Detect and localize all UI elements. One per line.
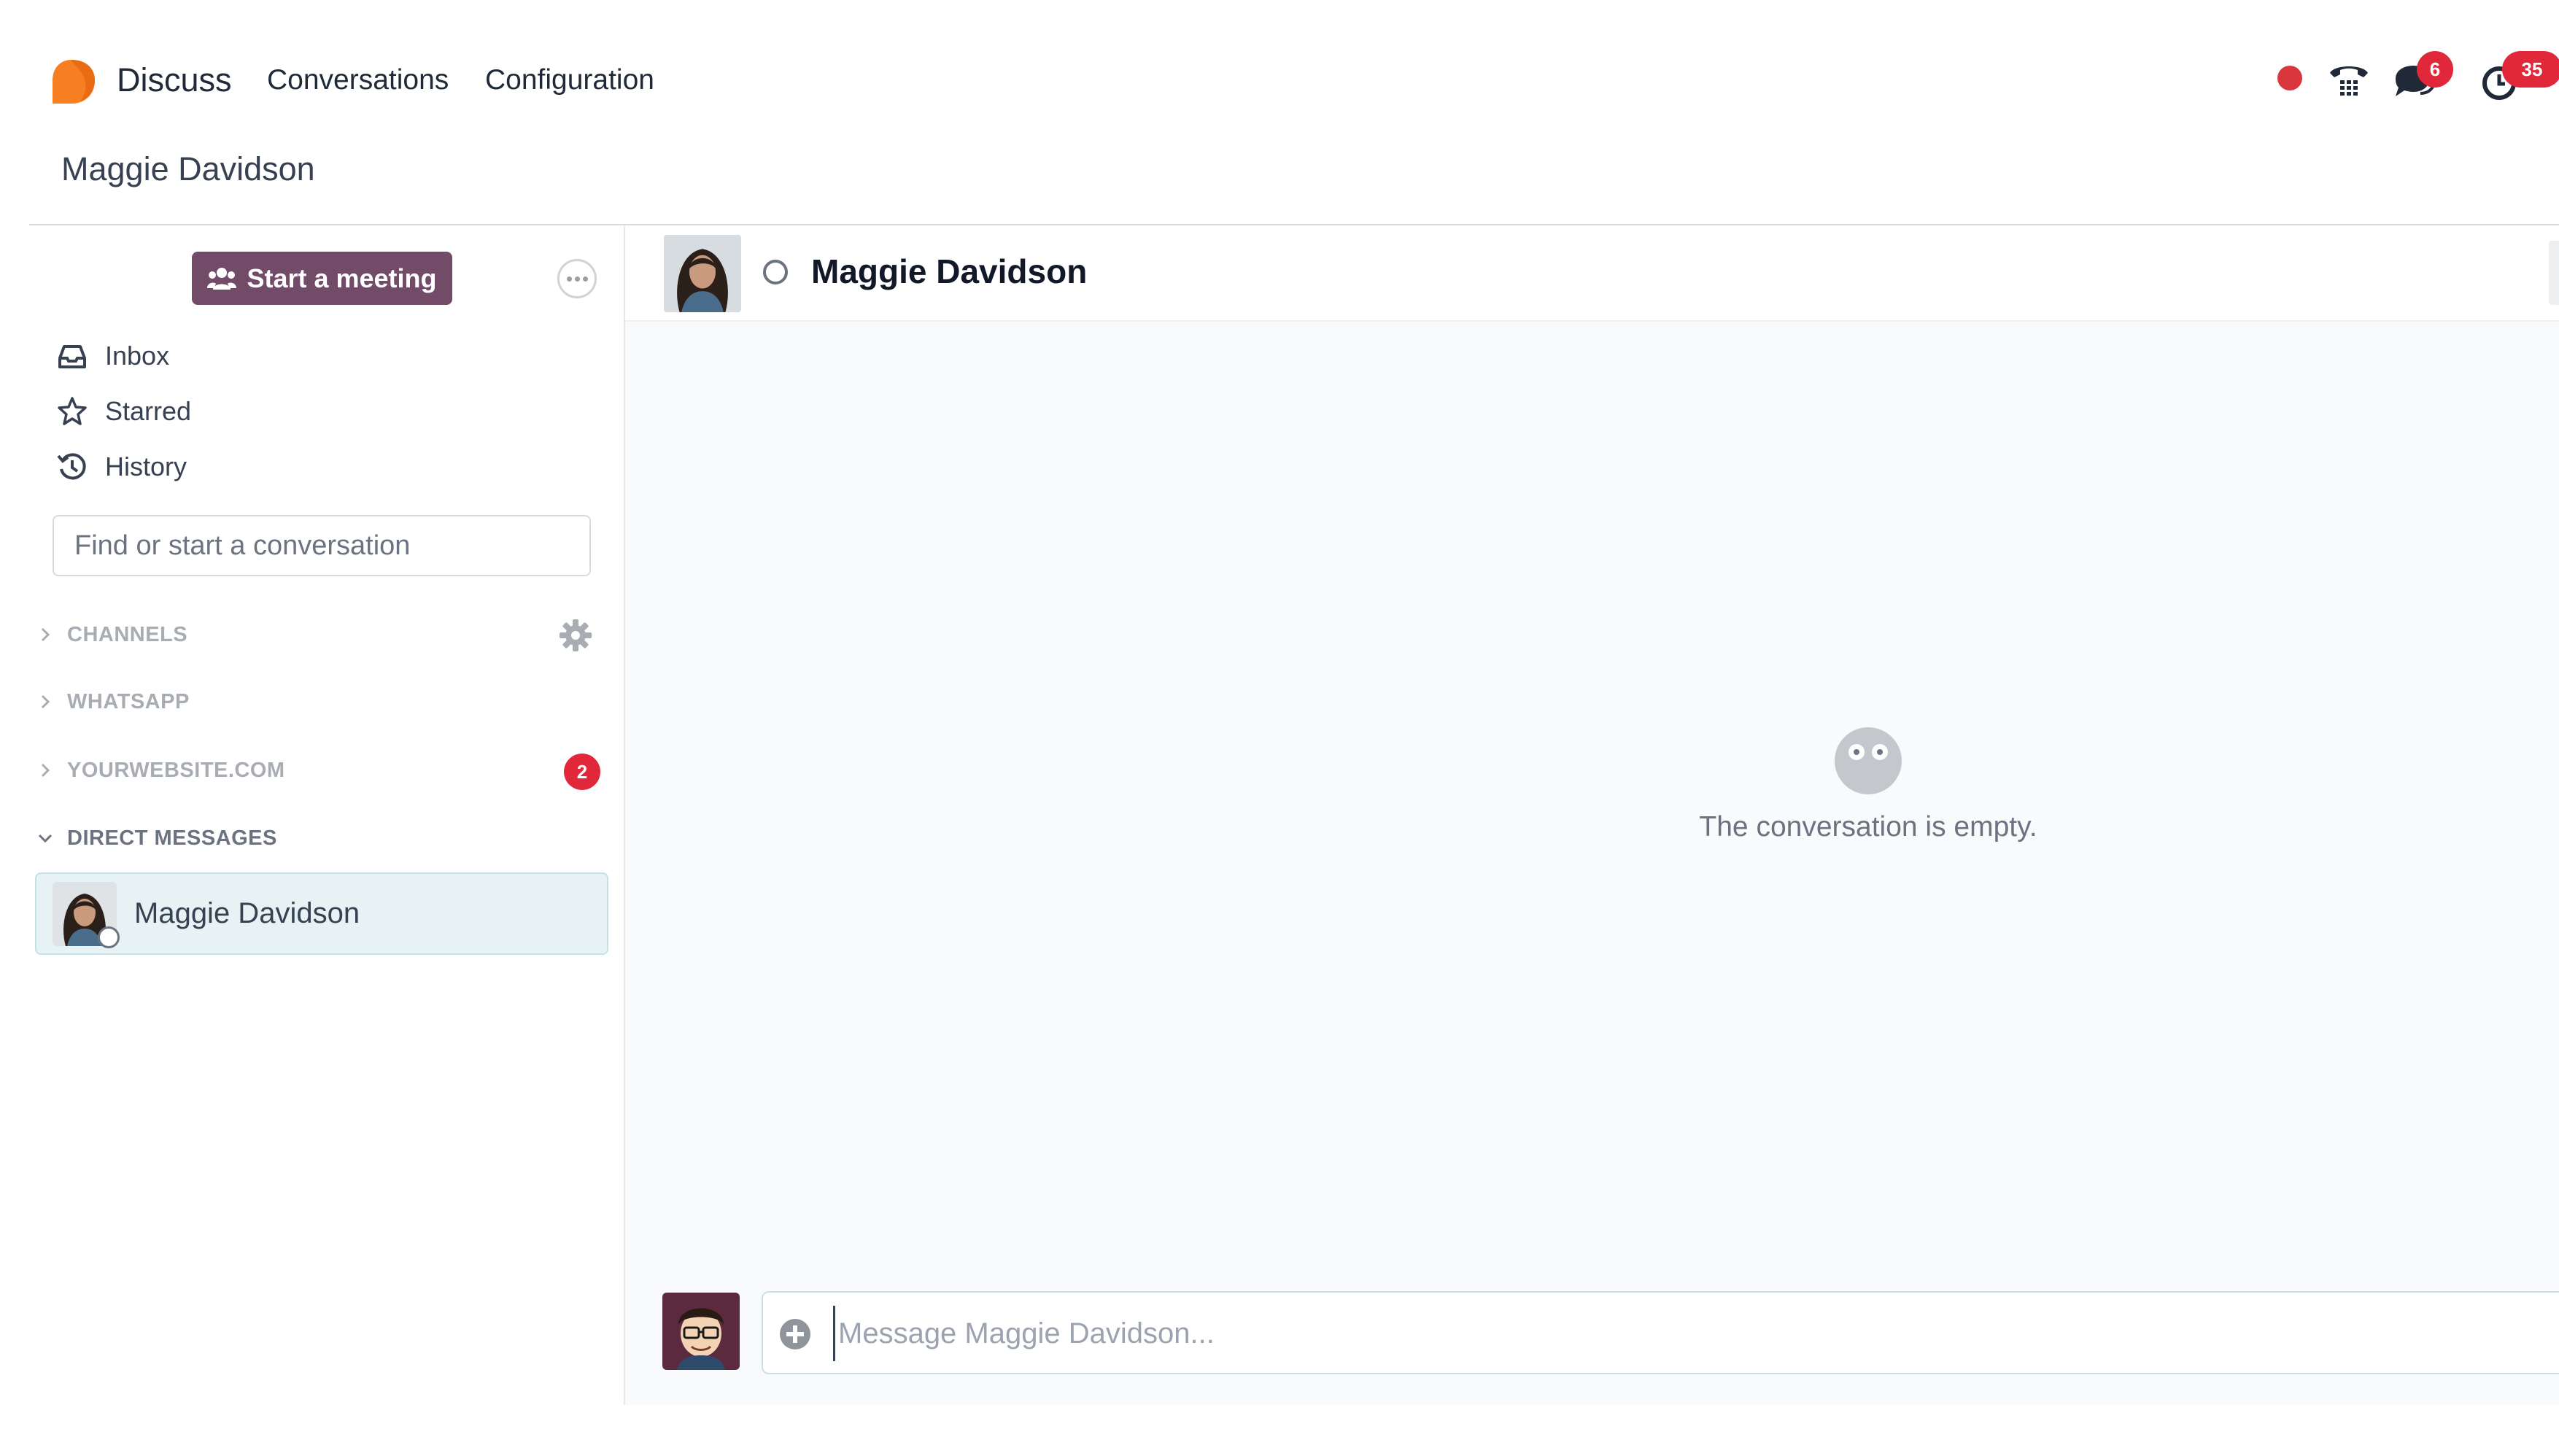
category-label: WHATSAPP bbox=[67, 689, 190, 713]
inbox-icon bbox=[58, 345, 86, 368]
empty-face-icon bbox=[1835, 727, 1902, 794]
plus-circle-icon[interactable] bbox=[778, 1317, 813, 1352]
category-unread-badge: 2 bbox=[564, 754, 600, 790]
offline-status-icon bbox=[98, 926, 120, 948]
messages-count-badge: 6 bbox=[2417, 51, 2453, 88]
category-label: CHANNELS bbox=[67, 622, 188, 646]
category-label: YOURWEBSITE.COM bbox=[67, 758, 285, 782]
empty-conversation-text: The conversation is empty. bbox=[1699, 811, 2037, 843]
phone-icon[interactable] bbox=[2327, 60, 2371, 101]
conversation-search-input[interactable] bbox=[53, 515, 591, 576]
thread-avatar[interactable] bbox=[664, 235, 741, 312]
offline-status-icon bbox=[763, 260, 788, 284]
header-panel-edge bbox=[2549, 241, 2559, 305]
category-yourwebsite[interactable]: YOURWEBSITE.COM bbox=[36, 752, 285, 789]
gear-icon[interactable] bbox=[557, 617, 594, 654]
chevron-right-icon bbox=[41, 627, 50, 642]
start-meeting-button[interactable]: Start a meeting bbox=[192, 252, 452, 305]
nav-menu-conversations[interactable]: Conversations bbox=[267, 64, 449, 96]
sidebar-item-label: Inbox bbox=[105, 341, 170, 371]
sidebar-item-starred[interactable]: Starred bbox=[57, 390, 191, 433]
category-channels[interactable]: CHANNELS bbox=[36, 616, 187, 653]
more-options-icon[interactable] bbox=[557, 259, 597, 298]
category-direct-messages[interactable]: DIRECT MESSAGES bbox=[36, 820, 277, 856]
category-label: DIRECT MESSAGES bbox=[67, 826, 277, 850]
message-input[interactable] bbox=[833, 1306, 2517, 1361]
sidebar-item-label: Starred bbox=[105, 396, 192, 426]
start-meeting-label: Start a meeting bbox=[247, 263, 437, 293]
sidebar-item-label: History bbox=[105, 452, 187, 481]
app-title[interactable]: Discuss bbox=[117, 61, 232, 99]
discuss-logo-icon[interactable] bbox=[50, 58, 96, 105]
star-icon bbox=[58, 397, 87, 425]
nav-menu-configuration[interactable]: Configuration bbox=[485, 64, 654, 96]
recording-dot-icon[interactable] bbox=[2277, 66, 2302, 90]
users-icon bbox=[207, 267, 237, 290]
category-whatsapp[interactable]: WHATSAPP bbox=[36, 684, 190, 720]
sidebar-item-history[interactable]: History bbox=[57, 445, 187, 489]
thread-title: Maggie Davidson bbox=[811, 252, 1088, 290]
thread-header-divider bbox=[625, 320, 2559, 322]
current-user-avatar[interactable] bbox=[662, 1293, 740, 1370]
breadcrumb: Maggie Davidson bbox=[61, 150, 315, 187]
dm-name: Maggie Davidson bbox=[134, 897, 360, 929]
chevron-right-icon bbox=[41, 694, 50, 709]
thread-panel bbox=[625, 225, 2559, 1405]
chevron-down-icon bbox=[38, 834, 53, 843]
history-icon bbox=[57, 453, 86, 480]
sidebar-item-inbox[interactable]: Inbox bbox=[57, 334, 169, 378]
activities-count-badge: 35 bbox=[2502, 51, 2559, 88]
chevron-right-icon bbox=[41, 763, 50, 778]
